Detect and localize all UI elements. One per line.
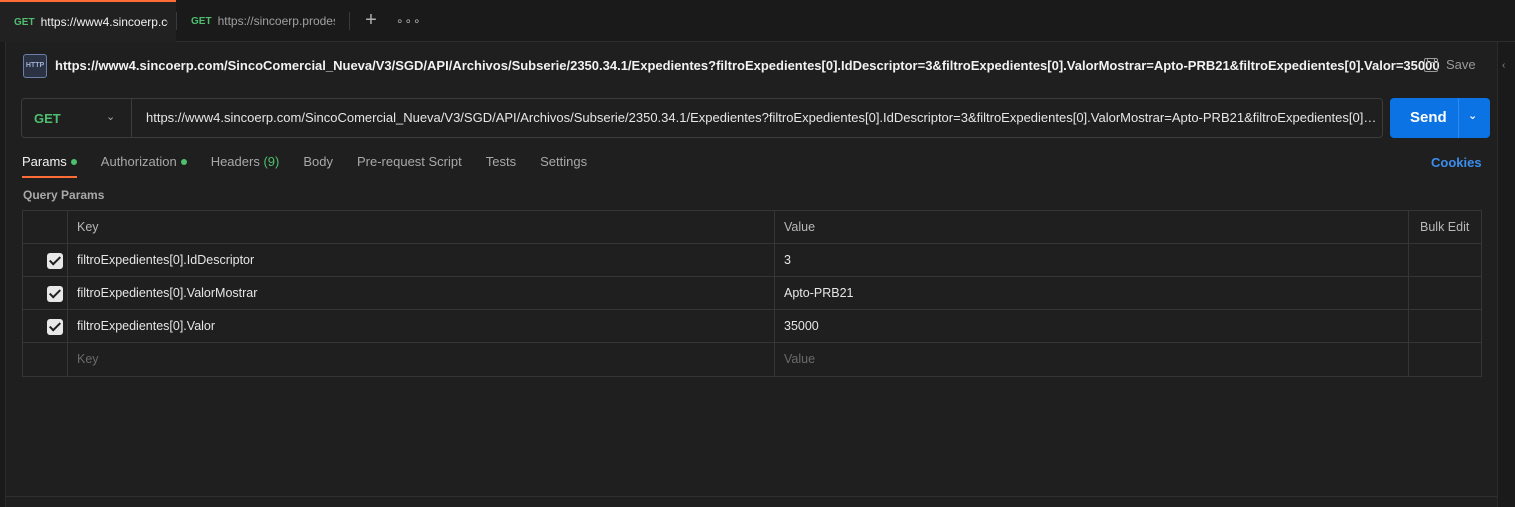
right-sidebar: ‹: [1497, 42, 1515, 507]
table-row: filtroExpedientes[0].Valor 35000: [23, 310, 1481, 343]
param-checkbox[interactable]: [47, 286, 63, 302]
header-key: Key: [68, 211, 775, 244]
param-checkbox[interactable]: [47, 319, 63, 335]
param-value[interactable]: Apto-PRB21: [775, 277, 1409, 310]
save-icon: [1424, 57, 1438, 72]
status-dot-icon: [70, 159, 77, 165]
tab-authorization[interactable]: Authorization: [101, 154, 187, 178]
param-value[interactable]: 35000: [775, 310, 1409, 343]
new-value-input[interactable]: Value: [775, 343, 1409, 376]
url-input[interactable]: https://www4.sincoerp.com/SincoComercial…: [146, 110, 1378, 125]
url-bar: GET ⌄ https://www4.sincoerp.com/SincoCom…: [21, 98, 1383, 138]
tab-tests[interactable]: Tests: [486, 154, 516, 178]
bulk-edit-button[interactable]: Bulk Edit: [1409, 211, 1481, 244]
tab-headers-label: Headers: [210, 154, 260, 169]
param-checkbox[interactable]: [47, 253, 63, 269]
table-row-empty: Key Value: [23, 343, 1481, 376]
http-icon: HTTP: [23, 54, 47, 78]
save-button[interactable]: Save: [1424, 57, 1476, 72]
query-params-table: Key Value Bulk Edit filtroExpedientes[0]…: [22, 210, 1482, 377]
tab-authorization-label: Authorization: [100, 154, 177, 169]
tab-body[interactable]: Body: [303, 154, 333, 178]
request-title[interactable]: https://www4.sincoerp.com/SincoComercial…: [55, 58, 1440, 73]
param-actions: [1409, 244, 1481, 277]
row-check-cell: [23, 343, 68, 376]
table-header-row: Key Value Bulk Edit: [23, 211, 1481, 244]
tab-prerequest[interactable]: Pre-request Script: [357, 154, 462, 178]
tab-method: GET: [191, 15, 212, 27]
chevron-down-icon[interactable]: ⌄: [1468, 109, 1477, 122]
row-check-cell: [23, 244, 68, 277]
cookies-link[interactable]: Cookies: [1431, 155, 1482, 170]
status-dot-icon: [180, 159, 187, 165]
request-subtabs: Params Authorization Headers (9) Body Pr…: [22, 154, 611, 178]
method-value: GET: [34, 111, 61, 126]
tab-params-label: Params: [22, 154, 67, 169]
param-actions: [1409, 310, 1481, 343]
more-horizontal-icon[interactable]: ∘∘∘: [396, 10, 421, 32]
param-key[interactable]: filtroExpedientes[0].Valor: [68, 310, 775, 343]
param-actions: [1409, 277, 1481, 310]
header-value: Value: [775, 211, 1409, 244]
header-check-cell: [23, 211, 68, 244]
request-tab-active[interactable]: GET https://www4.sincoerp.cc: [0, 0, 176, 42]
send-divider: [1458, 98, 1459, 138]
new-key-input[interactable]: Key: [68, 343, 775, 376]
param-value[interactable]: 3: [775, 244, 1409, 277]
tab-bar: GET https://www4.sincoerp.cc GET https:/…: [0, 0, 1515, 42]
param-actions: [1409, 343, 1481, 376]
tab-headers[interactable]: Headers (9): [211, 154, 280, 178]
plus-icon[interactable]: +: [360, 10, 382, 32]
headers-count: (9): [263, 154, 280, 169]
table-row: filtroExpedientes[0].ValorMostrar Apto-P…: [23, 277, 1481, 310]
save-label: Save: [1446, 57, 1476, 72]
tab-params[interactable]: Params: [22, 154, 77, 178]
row-check-cell: [23, 277, 68, 310]
param-key[interactable]: filtroExpedientes[0].ValorMostrar: [68, 277, 775, 310]
query-params-label: Query Params: [23, 188, 105, 202]
send-label: Send: [1410, 109, 1447, 126]
tab-settings[interactable]: Settings: [540, 154, 587, 178]
param-key[interactable]: filtroExpedientes[0].IdDescriptor: [68, 244, 775, 277]
tab-method: GET: [14, 16, 35, 28]
tab-title: https://sincoerp.prodesa: [217, 14, 335, 28]
request-tab[interactable]: GET https://sincoerp.prodesa: [177, 0, 343, 42]
send-button[interactable]: Send ⌄: [1390, 98, 1490, 138]
method-select[interactable]: GET ⌄: [22, 99, 132, 137]
tab-divider: [349, 12, 350, 30]
row-check-cell: [23, 310, 68, 343]
table-row: filtroExpedientes[0].IdDescriptor 3: [23, 244, 1481, 277]
left-sidebar-edge: [0, 42, 6, 507]
chevron-down-icon: ⌄: [106, 111, 116, 123]
chevron-left-icon[interactable]: ‹: [1502, 60, 1505, 71]
tab-title: https://www4.sincoerp.cc: [40, 15, 168, 29]
panel-divider: [6, 496, 1497, 497]
